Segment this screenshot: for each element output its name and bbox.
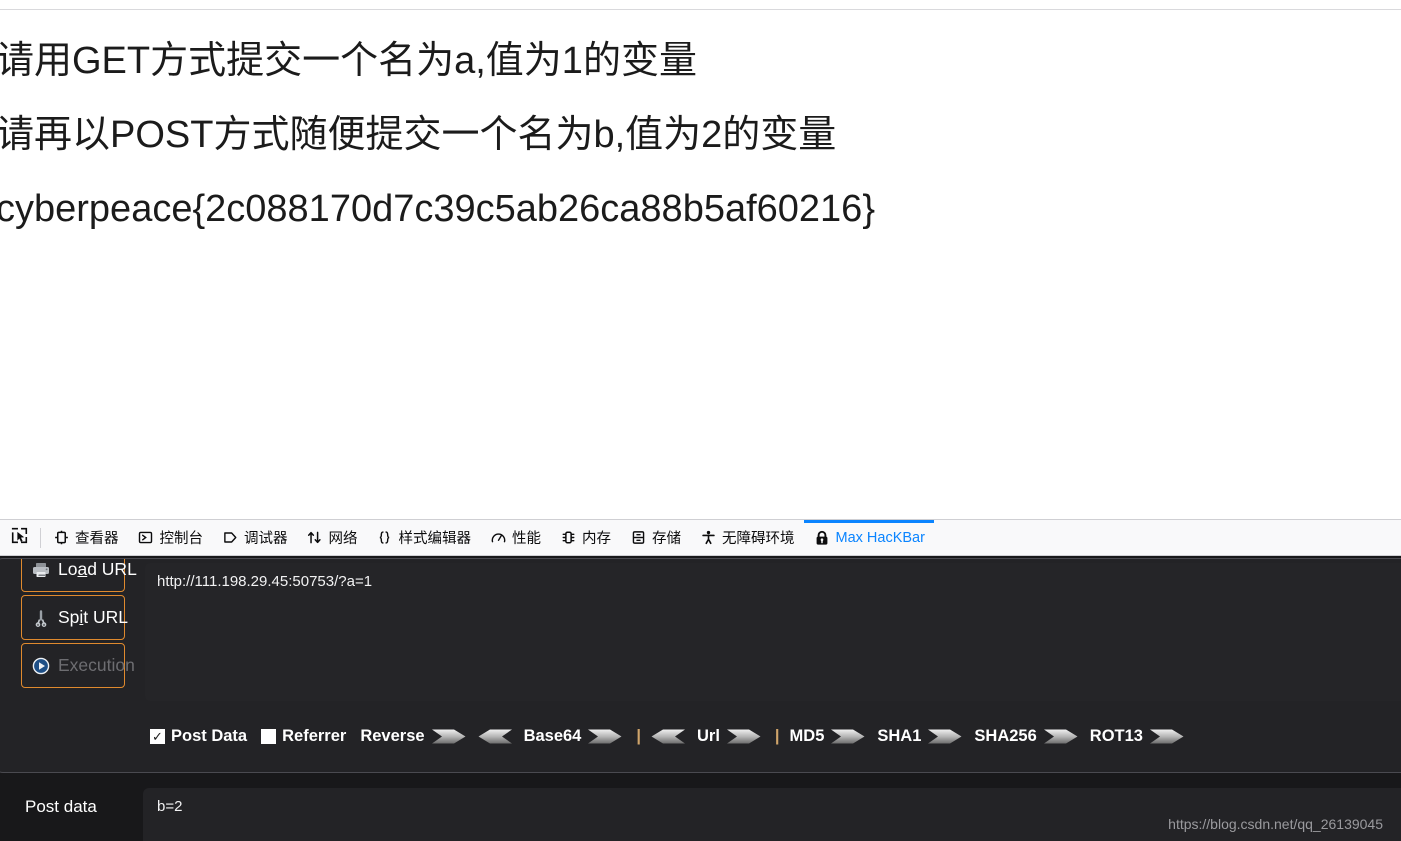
base64-op[interactable]: Base64 xyxy=(524,727,623,746)
tab-memory[interactable]: 内存 xyxy=(550,520,620,555)
hackbar-action-buttons: Load URL Spit URL Execution xyxy=(21,559,137,688)
post-data-input[interactable]: b=2 xyxy=(143,788,1401,841)
page-line-flag: cyberpeace{2c088170d7c39c5ab26ca88b5af60… xyxy=(0,188,876,230)
tab-debugger-label: 调试器 xyxy=(244,531,288,547)
base64-encode-arrow-right-icon[interactable] xyxy=(588,728,622,745)
web-page-content: 请用GET方式提交一个名为a,值为1的变量 请再以POST方式随便提交一个名为b… xyxy=(0,0,1401,519)
post-data-checkbox-box: ✓ xyxy=(150,728,165,744)
execution-button[interactable]: Execution xyxy=(21,643,135,688)
tab-console[interactable]: 控制台 xyxy=(128,520,213,555)
sha1-hash-arrow-right-icon[interactable] xyxy=(928,728,962,745)
spit-url-label: Spit URL xyxy=(58,607,129,627)
post-data-checkbox[interactable]: ✓ Post Data xyxy=(150,727,261,746)
network-arrows-icon xyxy=(306,530,324,545)
post-data-row: Post data b=2 https://blog.csdn.net/qq_2… xyxy=(0,777,1401,841)
storage-drawers-icon xyxy=(629,530,647,545)
rot13-op[interactable]: ROT13 xyxy=(1090,727,1184,746)
tab-max-hackbar-label: Max HacKBar xyxy=(835,529,925,546)
page-line-1: 请用GET方式提交一个名为a,值为1的变量 xyxy=(0,40,697,82)
sha1-op[interactable]: SHA1 xyxy=(877,727,962,746)
rot13-encode-arrow-right-icon[interactable] xyxy=(1149,728,1184,745)
inspector-icon xyxy=(52,530,70,545)
tab-accessibility-label: 无障碍环境 xyxy=(722,531,795,547)
execution-label: Execution xyxy=(58,655,135,675)
load-url-label: Load URL xyxy=(58,559,137,579)
scissors-icon xyxy=(30,607,52,629)
referrer-checkbox-box xyxy=(261,728,277,744)
play-icon xyxy=(30,655,52,677)
tab-accessibility[interactable]: 无障碍环境 xyxy=(690,520,804,555)
hackbar-panel: Load URL Spit URL Execution http://111.1… xyxy=(0,556,1401,841)
options-divider-2: | xyxy=(774,726,780,745)
lock-icon xyxy=(813,530,831,546)
tab-style-editor-label: 样式编辑器 xyxy=(398,531,472,547)
printer-icon xyxy=(30,559,52,581)
url-decode-arrow-left-icon[interactable] xyxy=(651,728,685,745)
url-encode-arrow-right-icon[interactable] xyxy=(726,728,761,745)
tab-console-label: 控制台 xyxy=(159,531,204,547)
reverse-op-label: Reverse xyxy=(360,726,425,745)
toolbar-separator xyxy=(40,527,41,548)
sha256-hash-arrow-right-icon[interactable] xyxy=(1043,728,1078,745)
hackbar-top-row: Load URL Spit URL Execution http://111.1… xyxy=(0,559,1401,705)
url-decode-arrow[interactable] xyxy=(651,728,685,745)
reverse-op[interactable]: Reverse xyxy=(360,726,466,746)
spit-url-button[interactable]: Spit URL xyxy=(21,595,129,640)
md5-op-label: MD5 xyxy=(789,726,825,745)
reverse-encode-arrow-right-icon[interactable] xyxy=(431,728,466,745)
console-icon xyxy=(137,530,155,545)
page-line-2: 请再以POST方式随便提交一个名为b,值为2的变量 xyxy=(0,114,837,156)
page-top-rule xyxy=(0,9,1401,10)
tab-performance[interactable]: 性能 xyxy=(480,520,550,555)
sha256-op-label: SHA256 xyxy=(974,726,1037,745)
element-picker-icon xyxy=(11,527,28,549)
rot13-op-label: ROT13 xyxy=(1089,726,1143,745)
tab-network-label: 网络 xyxy=(328,531,358,547)
options-divider-1: | xyxy=(636,726,641,745)
tab-performance-label: 性能 xyxy=(512,531,541,547)
tab-debugger[interactable]: 调试器 xyxy=(212,520,297,555)
base64-op-label: Base64 xyxy=(523,726,582,745)
tab-inspector-label: 查看器 xyxy=(75,531,119,547)
post-data-checkbox-label: Post Data xyxy=(171,726,248,745)
tab-style-editor[interactable]: 样式编辑器 xyxy=(367,520,481,555)
page-text-block: 请用GET方式提交一个名为a,值为1的变量 请再以POST方式随便提交一个名为b… xyxy=(0,24,1386,246)
screenshot-root: 请用GET方式提交一个名为a,值为1的变量 请再以POST方式随便提交一个名为b… xyxy=(0,0,1401,841)
debugger-icon xyxy=(221,530,239,545)
memory-chip-icon xyxy=(559,530,577,545)
url-input[interactable]: http://111.198.29.45:50753/?a=1 xyxy=(145,563,1401,701)
sha256-op[interactable]: SHA256 xyxy=(974,726,1078,746)
reverse-decode-arrow-left-icon[interactable] xyxy=(478,728,512,745)
url-op-label: Url xyxy=(697,726,720,745)
post-data-label: Post data xyxy=(25,797,97,816)
devtools-toolbar: 查看器 控制台 调试器 网络 样式编辑器 性能 内存 存储 无障碍环境 Max … xyxy=(0,519,1401,556)
md5-hash-arrow-right-icon[interactable] xyxy=(831,728,865,745)
style-editor-braces-icon xyxy=(376,530,394,545)
referrer-checkbox[interactable]: Referrer xyxy=(261,727,360,746)
accessibility-person-icon xyxy=(699,530,717,545)
element-picker-button[interactable] xyxy=(0,520,38,555)
tab-memory-label: 内存 xyxy=(582,531,611,547)
reverse-decode-arrow[interactable] xyxy=(478,728,512,745)
hackbar-main-container: Load URL Spit URL Execution http://111.1… xyxy=(0,558,1401,773)
load-url-button[interactable]: Load URL xyxy=(21,559,137,592)
md5-op[interactable]: MD5 xyxy=(790,727,866,746)
sha1-op-label: SHA1 xyxy=(877,726,922,745)
hackbar-options-row: ✓ Post Data Referrer Reverse Base64 | Ur… xyxy=(0,711,1401,761)
url-op[interactable]: Url xyxy=(697,727,761,746)
tab-storage[interactable]: 存储 xyxy=(620,520,690,555)
referrer-checkbox-label: Referrer xyxy=(282,726,347,745)
tab-storage-label: 存储 xyxy=(652,531,681,547)
tab-network[interactable]: 网络 xyxy=(297,520,367,555)
tab-max-hackbar[interactable]: Max HacKBar xyxy=(803,520,935,555)
tab-inspector[interactable]: 查看器 xyxy=(43,520,128,555)
performance-gauge-icon xyxy=(489,530,507,545)
